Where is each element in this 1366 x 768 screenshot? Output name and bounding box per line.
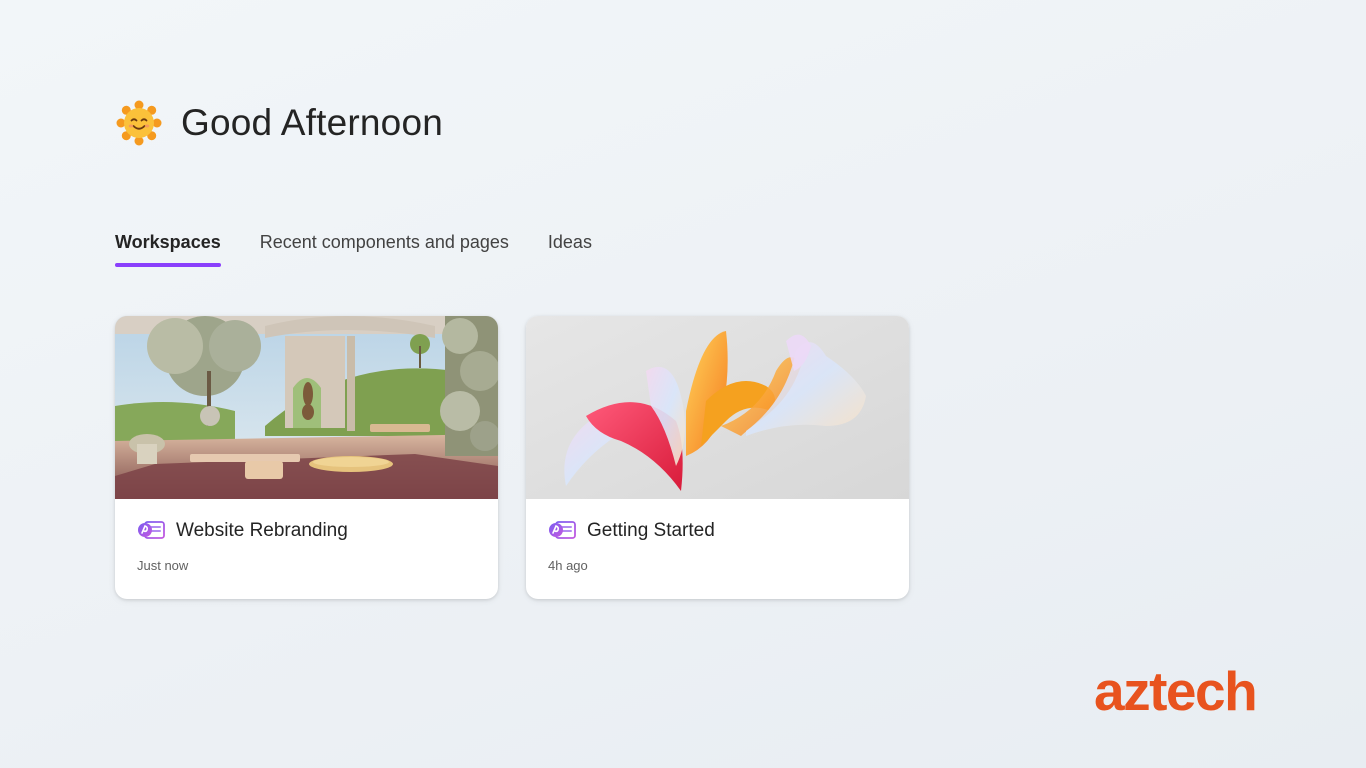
greeting-header: Good Afternoon (116, 98, 443, 148)
workspace-title: Getting Started (587, 520, 715, 541)
page-title: Good Afternoon (181, 102, 443, 143)
workspace-title: Website Rebranding (176, 520, 348, 541)
workspace-card-website-rebranding[interactable]: Website Rebranding Just now (115, 316, 498, 599)
workspace-card-getting-started[interactable]: Getting Started 4h ago (526, 316, 909, 599)
tab-bar: Workspaces Recent components and pages I… (115, 232, 631, 267)
aztech-logo: aztech (1094, 660, 1258, 722)
smiling-sun-icon (116, 100, 162, 146)
tab-workspaces[interactable]: Workspaces (115, 232, 221, 267)
card-body: Website Rebranding Just now (115, 499, 498, 599)
loop-workspace-icon (138, 521, 165, 539)
card-body: Getting Started 4h ago (526, 499, 909, 599)
abstract-ribbons-image (526, 316, 909, 499)
terrace-garden-image (115, 316, 498, 499)
workspace-timestamp: Just now (137, 558, 189, 573)
tab-recent-components-and-pages[interactable]: Recent components and pages (260, 232, 509, 267)
workspace-timestamp: 4h ago (548, 558, 588, 573)
tab-ideas[interactable]: Ideas (548, 232, 592, 267)
loop-workspace-icon (549, 521, 576, 539)
